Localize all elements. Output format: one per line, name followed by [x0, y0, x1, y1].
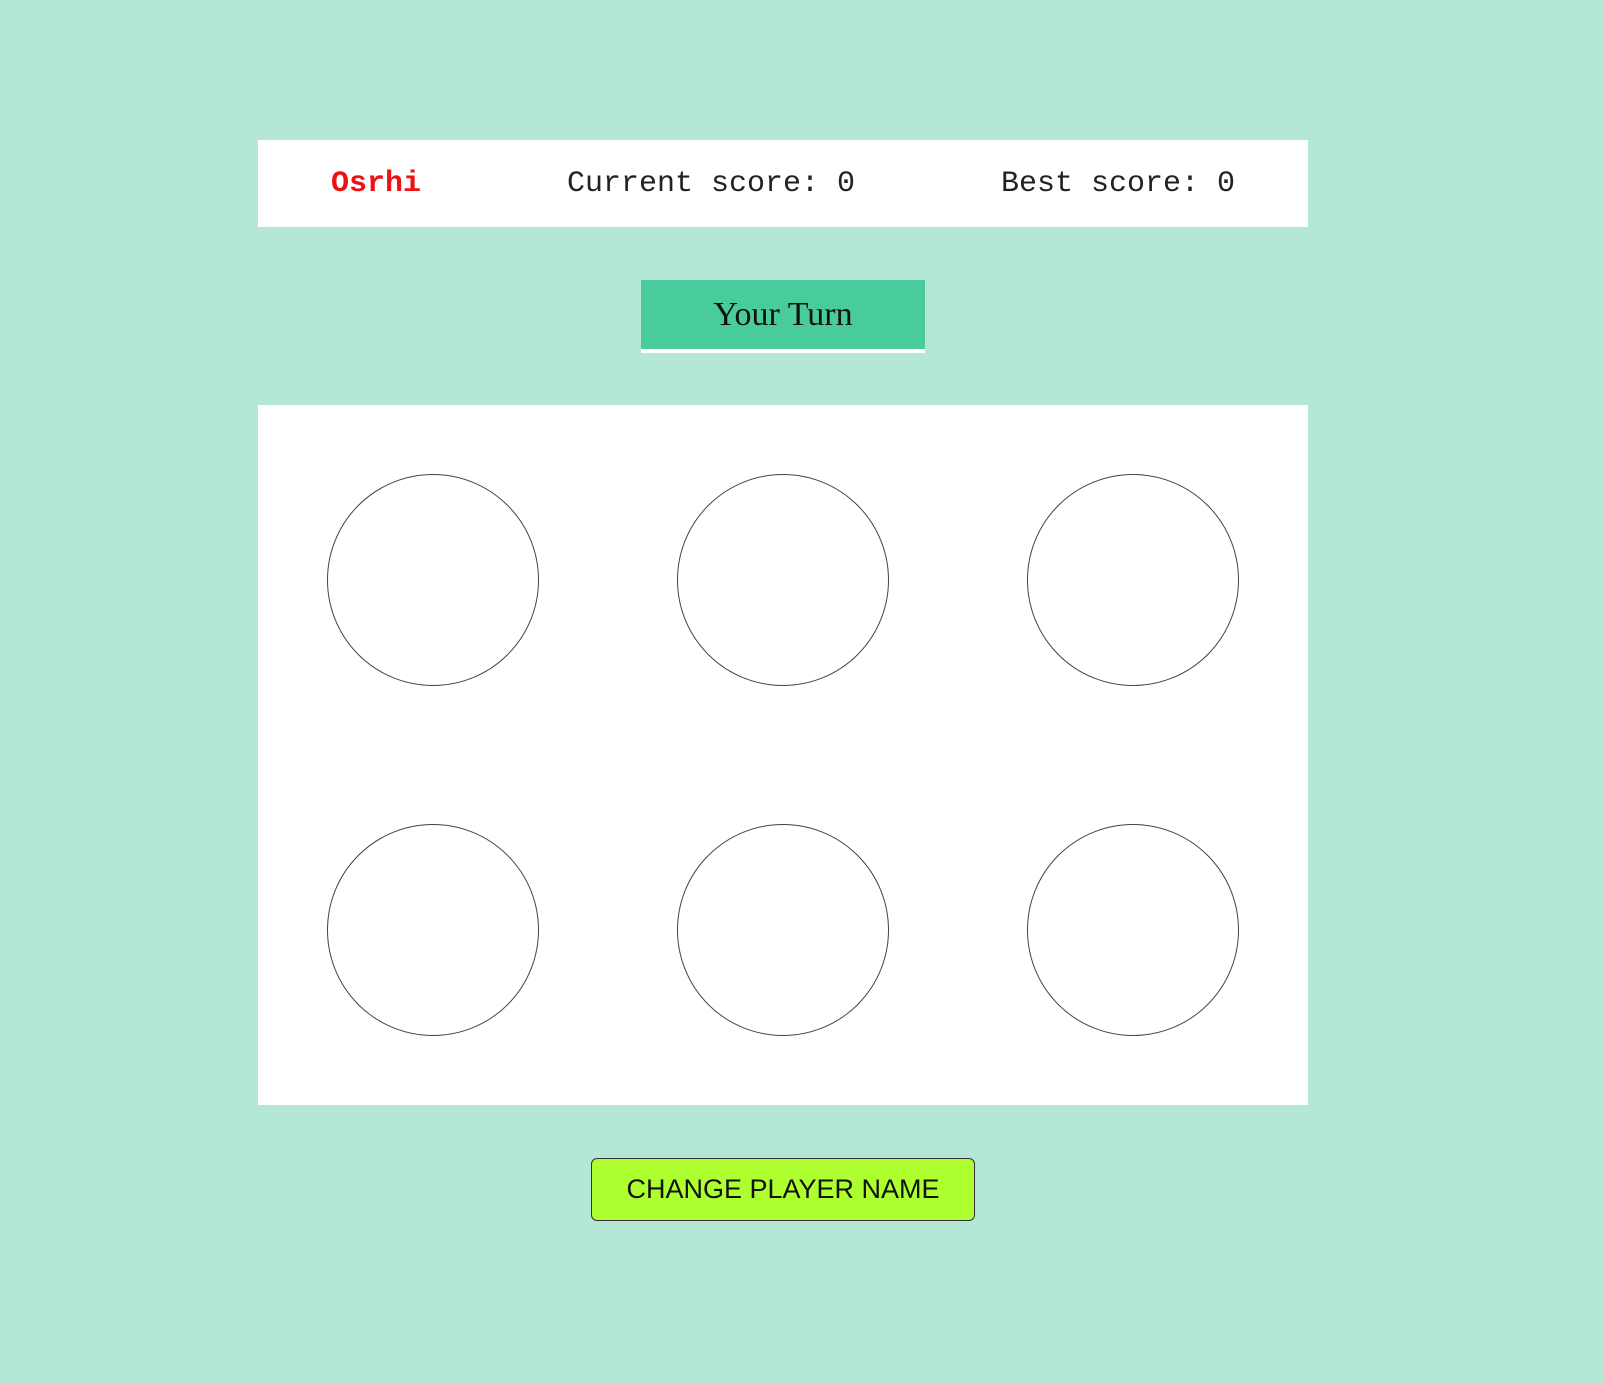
hole-4[interactable] [327, 824, 539, 1036]
hole-5[interactable] [677, 824, 889, 1036]
best-score: Best score: 0 [1000, 166, 1235, 201]
current-score: Current score: 0 [566, 166, 855, 201]
hole-6[interactable] [1027, 824, 1239, 1036]
scoreboard: Osrhi Current score: 0 Best score: 0 [258, 140, 1308, 227]
game-board [258, 405, 1308, 1105]
turn-indicator: Your Turn [641, 280, 925, 353]
hole-2[interactable] [677, 474, 889, 686]
player-name: Osrhi [330, 166, 421, 201]
hole-1[interactable] [327, 474, 539, 686]
change-player-name-button[interactable]: CHANGE PLAYER NAME [591, 1158, 975, 1221]
hole-3[interactable] [1027, 474, 1239, 686]
